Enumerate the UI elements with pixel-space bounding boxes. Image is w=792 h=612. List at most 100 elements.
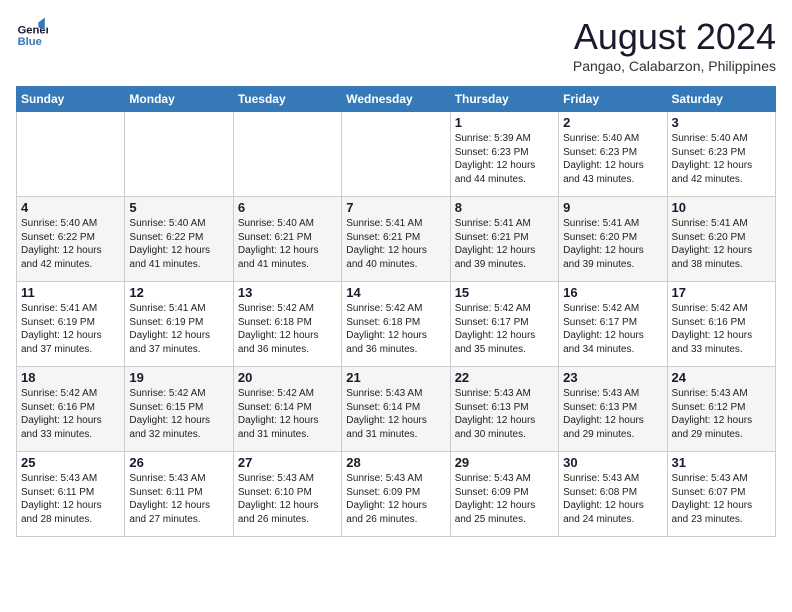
day-number: 24 bbox=[672, 370, 771, 385]
day-number: 7 bbox=[346, 200, 445, 215]
calendar-cell: 5 Sunrise: 5:40 AM Sunset: 6:22 PM Daylig… bbox=[125, 197, 233, 282]
calendar-cell: 29 Sunrise: 5:43 AM Sunset: 6:09 PM Dayli… bbox=[450, 452, 558, 537]
calendar-cell: 24 Sunrise: 5:43 AM Sunset: 6:12 PM Dayli… bbox=[667, 367, 775, 452]
calendar-cell: 31Sunrise: 5:43 AM Sunset: 6:07 PM Dayli… bbox=[667, 452, 775, 537]
calendar-cell: 30Sunrise: 5:43 AM Sunset: 6:08 PM Dayli… bbox=[559, 452, 667, 537]
calendar-cell: 22Sunrise: 5:43 AM Sunset: 6:13 PM Dayli… bbox=[450, 367, 558, 452]
calendar-cell: 3 Sunrise: 5:40 AM Sunset: 6:23 PM Daylig… bbox=[667, 112, 775, 197]
calendar-cell: 12 Sunrise: 5:41 AM Sunset: 6:19 PM Dayli… bbox=[125, 282, 233, 367]
day-info: Sunrise: 5:43 AM Sunset: 6:09 PM Dayligh… bbox=[455, 472, 554, 526]
calendar-cell: 16 Sunrise: 5:42 AM Sunset: 6:17 PM Dayli… bbox=[559, 282, 667, 367]
day-info: Sunrise: 5:42 AM Sunset: 6:14 PM Dayligh… bbox=[238, 387, 337, 441]
calendar-cell: 23Sunrise: 5:43 AM Sunset: 6:13 PM Dayli… bbox=[559, 367, 667, 452]
location: Pangao, Calabarzon, Philippines bbox=[573, 58, 776, 74]
calendar-cell: 27 Sunrise: 5:43 AM Sunset: 6:10 PM Dayli… bbox=[233, 452, 341, 537]
day-number: 21 bbox=[346, 370, 445, 385]
day-info: Sunrise: 5:42 AM Sunset: 6:17 PM Dayligh… bbox=[563, 302, 662, 356]
day-number: 2 bbox=[563, 115, 662, 130]
calendar-week-2: 4 Sunrise: 5:40 AM Sunset: 6:22 PM Daylig… bbox=[17, 197, 776, 282]
title-area: August 2024 Pangao, Calabarzon, Philippi… bbox=[573, 16, 776, 74]
day-number: 12 bbox=[129, 285, 228, 300]
day-info: Sunrise: 5:42 AM Sunset: 6:18 PM Dayligh… bbox=[346, 302, 445, 356]
day-number: 28 bbox=[346, 455, 445, 470]
calendar-table: SundayMondayTuesdayWednesdayThursdayFrid… bbox=[16, 86, 776, 537]
day-info: Sunrise: 5:43 AM Sunset: 6:13 PM Dayligh… bbox=[455, 387, 554, 441]
day-info: Sunrise: 5:40 AM Sunset: 6:23 PM Dayligh… bbox=[672, 132, 771, 186]
day-info: Sunrise: 5:41 AM Sunset: 6:20 PM Dayligh… bbox=[672, 217, 771, 271]
calendar-cell: 8Sunrise: 5:41 AM Sunset: 6:21 PM Daylig… bbox=[450, 197, 558, 282]
calendar-cell: 11Sunrise: 5:41 AM Sunset: 6:19 PM Dayli… bbox=[17, 282, 125, 367]
calendar-cell: 9Sunrise: 5:41 AM Sunset: 6:20 PM Daylig… bbox=[559, 197, 667, 282]
calendar-cell: 7 Sunrise: 5:41 AM Sunset: 6:21 PM Daylig… bbox=[342, 197, 450, 282]
weekday-header-thursday: Thursday bbox=[450, 87, 558, 112]
day-info: Sunrise: 5:40 AM Sunset: 6:22 PM Dayligh… bbox=[129, 217, 228, 271]
day-info: Sunrise: 5:43 AM Sunset: 6:12 PM Dayligh… bbox=[672, 387, 771, 441]
day-info: Sunrise: 5:41 AM Sunset: 6:21 PM Dayligh… bbox=[455, 217, 554, 271]
day-number: 6 bbox=[238, 200, 337, 215]
calendar-cell: 4 Sunrise: 5:40 AM Sunset: 6:22 PM Daylig… bbox=[17, 197, 125, 282]
day-info: Sunrise: 5:43 AM Sunset: 6:10 PM Dayligh… bbox=[238, 472, 337, 526]
weekday-header-monday: Monday bbox=[125, 87, 233, 112]
weekday-header-sunday: Sunday bbox=[17, 87, 125, 112]
day-number: 3 bbox=[672, 115, 771, 130]
calendar-week-4: 18Sunrise: 5:42 AM Sunset: 6:16 PM Dayli… bbox=[17, 367, 776, 452]
calendar-cell bbox=[17, 112, 125, 197]
calendar-cell bbox=[233, 112, 341, 197]
day-info: Sunrise: 5:42 AM Sunset: 6:18 PM Dayligh… bbox=[238, 302, 337, 356]
calendar-cell: 14 Sunrise: 5:42 AM Sunset: 6:18 PM Dayli… bbox=[342, 282, 450, 367]
calendar-cell: 19 Sunrise: 5:42 AM Sunset: 6:15 PM Dayli… bbox=[125, 367, 233, 452]
calendar-cell: 21 Sunrise: 5:43 AM Sunset: 6:14 PM Dayli… bbox=[342, 367, 450, 452]
day-info: Sunrise: 5:43 AM Sunset: 6:13 PM Dayligh… bbox=[563, 387, 662, 441]
day-number: 1 bbox=[455, 115, 554, 130]
day-number: 11 bbox=[21, 285, 120, 300]
svg-text:Blue: Blue bbox=[18, 36, 42, 48]
day-number: 5 bbox=[129, 200, 228, 215]
day-info: Sunrise: 5:41 AM Sunset: 6:19 PM Dayligh… bbox=[129, 302, 228, 356]
day-number: 15 bbox=[455, 285, 554, 300]
day-number: 4 bbox=[21, 200, 120, 215]
day-number: 19 bbox=[129, 370, 228, 385]
day-info: Sunrise: 5:42 AM Sunset: 6:17 PM Dayligh… bbox=[455, 302, 554, 356]
calendar-week-3: 11 Sunrise: 5:41 AM Sunset: 6:19 PM Dayli… bbox=[17, 282, 776, 367]
day-info: Sunrise: 5:43 AM Sunset: 6:11 PM Dayligh… bbox=[129, 472, 228, 526]
day-info: Sunrise: 5:43 AM Sunset: 6:08 PM Dayligh… bbox=[563, 472, 662, 526]
day-number: 26 bbox=[129, 455, 228, 470]
calendar-week-5: 25 Sunrise: 5:43 AM Sunset: 6:11 PM Dayli… bbox=[17, 452, 776, 537]
day-number: 16 bbox=[563, 285, 662, 300]
calendar-cell: 15 Sunrise: 5:42 AM Sunset: 6:17 PM Dayli… bbox=[450, 282, 558, 367]
weekday-header-friday: Friday bbox=[559, 87, 667, 112]
day-info: Sunrise: 5:43 AM Sunset: 6:14 PM Dayligh… bbox=[346, 387, 445, 441]
calendar-cell: 2Sunrise: 5:40 AM Sunset: 6:23 PM Daylig… bbox=[559, 112, 667, 197]
calendar-cell: 28 Sunrise: 5:43 AM Sunset: 6:09 PM Dayli… bbox=[342, 452, 450, 537]
weekday-header-tuesday: Tuesday bbox=[233, 87, 341, 112]
day-number: 27 bbox=[238, 455, 337, 470]
day-info: Sunrise: 5:43 AM Sunset: 6:09 PM Dayligh… bbox=[346, 472, 445, 526]
day-info: Sunrise: 5:39 AM Sunset: 6:23 PM Dayligh… bbox=[455, 132, 554, 186]
day-info: Sunrise: 5:41 AM Sunset: 6:21 PM Dayligh… bbox=[346, 217, 445, 271]
day-info: Sunrise: 5:40 AM Sunset: 6:22 PM Dayligh… bbox=[21, 217, 120, 271]
day-number: 25 bbox=[21, 455, 120, 470]
calendar-cell: 20 Sunrise: 5:42 AM Sunset: 6:14 PM Dayli… bbox=[233, 367, 341, 452]
calendar-week-1: 1 Sunrise: 5:39 AM Sunset: 6:23 PM Daylig… bbox=[17, 112, 776, 197]
calendar-cell: 25Sunrise: 5:43 AM Sunset: 6:11 PM Dayli… bbox=[17, 452, 125, 537]
weekday-header-saturday: Saturday bbox=[667, 87, 775, 112]
calendar-cell bbox=[125, 112, 233, 197]
month-title: August 2024 bbox=[573, 16, 776, 58]
day-info: Sunrise: 5:40 AM Sunset: 6:21 PM Dayligh… bbox=[238, 217, 337, 271]
day-info: Sunrise: 5:42 AM Sunset: 6:15 PM Dayligh… bbox=[129, 387, 228, 441]
day-number: 14 bbox=[346, 285, 445, 300]
calendar-cell: 18Sunrise: 5:42 AM Sunset: 6:16 PM Dayli… bbox=[17, 367, 125, 452]
day-number: 29 bbox=[455, 455, 554, 470]
calendar-cell: 17Sunrise: 5:42 AM Sunset: 6:16 PM Dayli… bbox=[667, 282, 775, 367]
calendar-cell: 10Sunrise: 5:41 AM Sunset: 6:20 PM Dayli… bbox=[667, 197, 775, 282]
day-number: 13 bbox=[238, 285, 337, 300]
day-info: Sunrise: 5:42 AM Sunset: 6:16 PM Dayligh… bbox=[672, 302, 771, 356]
page-header: General Blue August 2024 Pangao, Calabar… bbox=[16, 16, 776, 74]
day-info: Sunrise: 5:41 AM Sunset: 6:20 PM Dayligh… bbox=[563, 217, 662, 271]
day-number: 20 bbox=[238, 370, 337, 385]
calendar-cell: 13 Sunrise: 5:42 AM Sunset: 6:18 PM Dayli… bbox=[233, 282, 341, 367]
day-info: Sunrise: 5:42 AM Sunset: 6:16 PM Dayligh… bbox=[21, 387, 120, 441]
day-number: 31 bbox=[672, 455, 771, 470]
logo: General Blue bbox=[16, 16, 48, 48]
calendar-cell: 1 Sunrise: 5:39 AM Sunset: 6:23 PM Daylig… bbox=[450, 112, 558, 197]
